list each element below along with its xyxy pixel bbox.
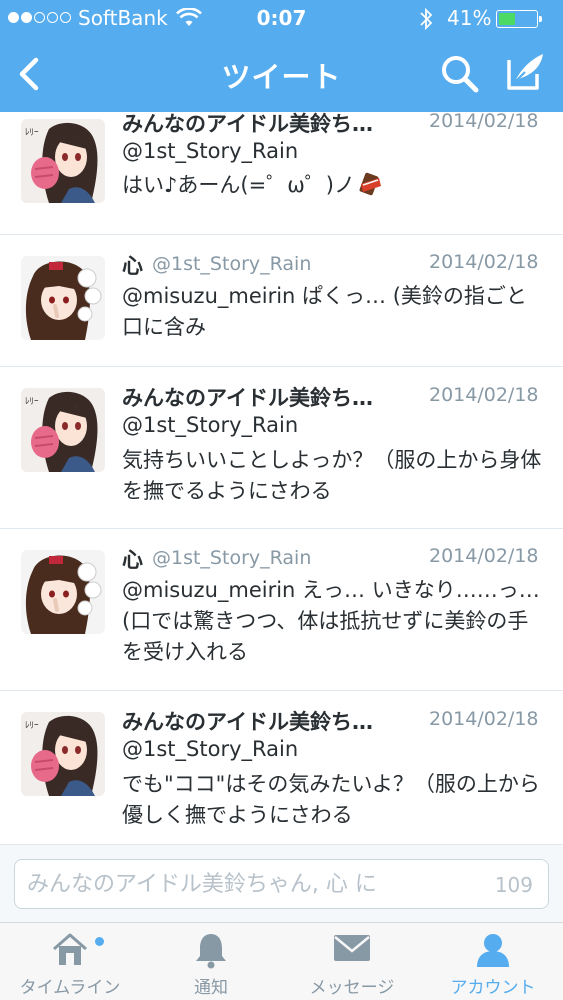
- display-name: みんなのアイドル美鈴ち…: [122, 386, 373, 410]
- chocolate-bar-icon: [359, 172, 381, 205]
- avatar[interactable]: ﾚﾘｰ: [21, 388, 105, 472]
- tweet-row[interactable]: ﾚﾘｰ みんなのアイドル美鈴ち… 2014/02/18 @1st_Story_R…: [0, 112, 563, 235]
- tweet-text: 気持ちいいことしよっか？（服の上から身体を撫でるようにさわる: [122, 448, 542, 503]
- tweet-row[interactable]: 心 @1st_Story_Rain 2014/02/18 @misuzu_mei…: [0, 235, 563, 367]
- svg-text:ﾚﾘｰ: ﾚﾘｰ: [25, 397, 39, 407]
- user-handle: @1st_Story_Rain: [122, 737, 299, 761]
- tab-label: メッセージ: [309, 978, 395, 998]
- tweet-date: 2014/02/18: [429, 251, 539, 273]
- svg-text:ﾚﾘｰ: ﾚﾘｰ: [25, 128, 39, 138]
- tweet-row[interactable]: 心 @1st_Story_Rain 2014/02/18 @misuzu_mei…: [0, 529, 563, 691]
- tweet-row[interactable]: ﾚﾘｰ みんなのアイドル美鈴ち… 2014/02/18 @1st_Story_R…: [0, 367, 563, 529]
- battery-percent: 41%: [447, 6, 492, 30]
- reply-bar: 109: [0, 844, 563, 922]
- tweet-text: はい♪あーん(=゜ω゜)ノ: [122, 170, 542, 205]
- reply-input[interactable]: [14, 859, 549, 909]
- tab-account[interactable]: アカウント: [423, 923, 563, 1000]
- tab-messages[interactable]: メッセージ: [282, 923, 422, 1000]
- status-bar: SoftBank 0:07 41%: [0, 0, 563, 38]
- tweet-date: 2014/02/18: [429, 708, 539, 730]
- tweet-date: 2014/02/18: [429, 384, 539, 406]
- tab-bar: タイムライン 通知 メッセージ アカウント: [0, 922, 563, 1000]
- header: SoftBank 0:07 41% ツイート: [0, 0, 563, 112]
- svg-text:ﾚﾘｰ: ﾚﾘｰ: [25, 721, 39, 731]
- tweet-date: 2014/02/18: [429, 545, 539, 567]
- tweet-text: @misuzu_meirin えっ… いきなり……っ…(口では驚きつつ、体は抵抗…: [122, 578, 540, 664]
- tweet-text: @misuzu_meirin ぱくっ… (美鈴の指ごと口に含み: [122, 284, 527, 339]
- tweet-text-body: はい♪あーん(=゜ω゜)ノ: [122, 173, 355, 197]
- tab-timeline[interactable]: タイムライン: [0, 923, 140, 1000]
- envelope-icon: [332, 931, 372, 969]
- tab-label: アカウント: [450, 978, 536, 998]
- avatar[interactable]: [21, 256, 105, 340]
- battery-icon: [496, 10, 542, 28]
- display-name: 心: [122, 254, 143, 278]
- user-handle: @1st_Story_Rain: [122, 413, 299, 437]
- navigation-bar: ツイート: [0, 38, 563, 112]
- search-icon: [442, 56, 479, 93]
- tab-label: タイムライン: [19, 978, 121, 998]
- display-name: みんなのアイドル美鈴ち…: [122, 710, 373, 734]
- compose-icon: [507, 54, 543, 90]
- tweet-list[interactable]: ﾚﾘｰ みんなのアイドル美鈴ち… 2014/02/18 @1st_Story_R…: [0, 112, 563, 844]
- avatar[interactable]: ﾚﾘｰ: [21, 119, 105, 203]
- tweet-text: でも"ココ"はその気みたいよ？（服の上から優しく撫でようにさわる: [122, 772, 540, 827]
- compose-button[interactable]: [503, 50, 547, 94]
- character-counter: 109: [494, 873, 533, 897]
- display-name: 心: [122, 548, 143, 572]
- tweet-row[interactable]: ﾚﾘｰ みんなのアイドル美鈴ち… 2014/02/18 @1st_Story_R…: [0, 691, 563, 844]
- tweet-date: 2014/02/18: [429, 112, 539, 132]
- search-button[interactable]: [438, 52, 482, 96]
- avatar[interactable]: [21, 550, 105, 634]
- bluetooth-icon: [419, 7, 433, 36]
- user-handle: @1st_Story_Rain: [152, 547, 312, 569]
- display-name: みんなのアイドル美鈴ち…: [122, 112, 373, 136]
- tab-notifications[interactable]: 通知: [141, 923, 281, 1000]
- user-handle: @1st_Story_Rain: [152, 253, 312, 275]
- person-icon: [474, 931, 512, 973]
- user-handle: @1st_Story_Rain: [122, 139, 299, 163]
- avatar[interactable]: ﾚﾘｰ: [21, 712, 105, 796]
- bell-icon: [193, 931, 229, 973]
- home-icon: [50, 931, 90, 971]
- notification-badge: [95, 937, 104, 946]
- tab-label: 通知: [194, 978, 228, 998]
